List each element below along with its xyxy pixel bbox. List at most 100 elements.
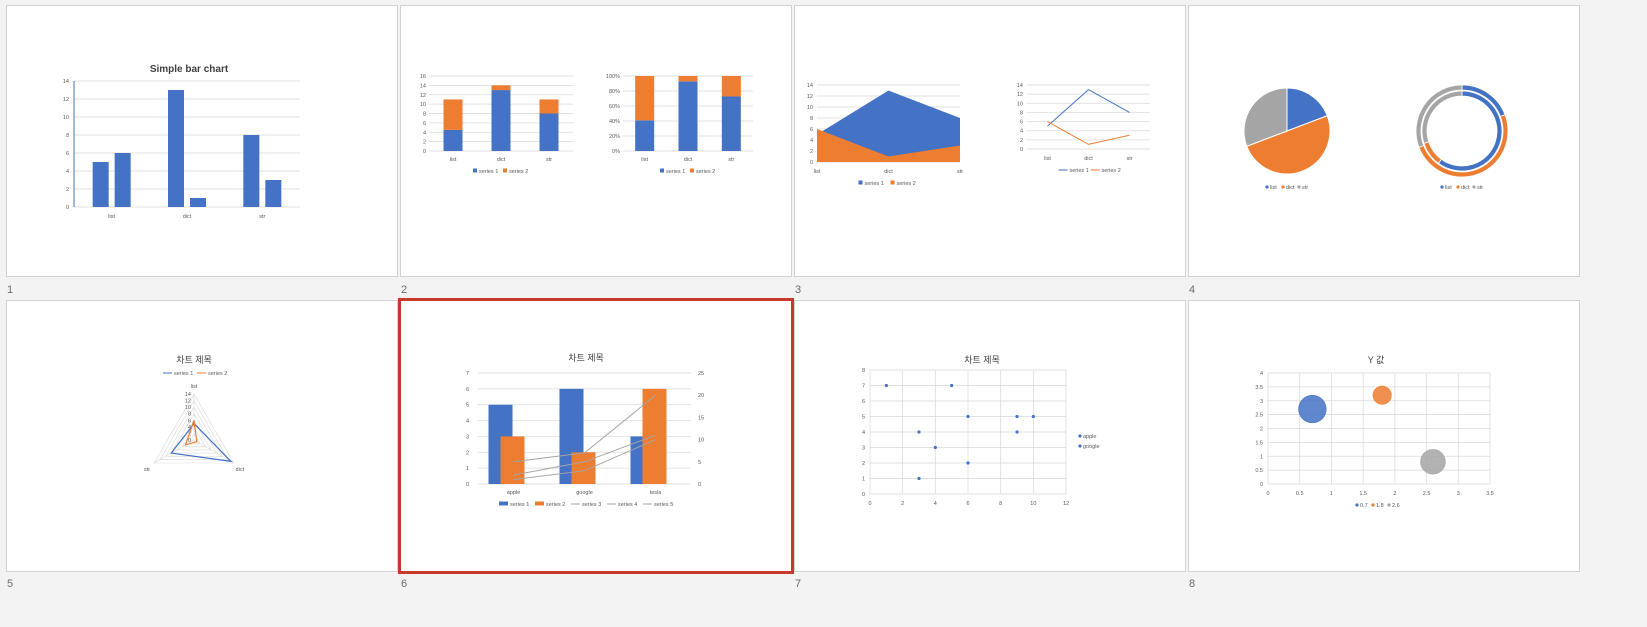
y-tick-label: 6 (423, 121, 426, 127)
x-tick-label: 2 (901, 501, 904, 507)
slide-thumbnail-6[interactable]: 차트 제목 0 1 2 3 4 5 6 7 0 5 10 15 20 25 apple google tesla s… (398, 298, 794, 574)
legend-label: series 2 (696, 169, 715, 175)
legend-swatch (890, 180, 895, 185)
y-tick-label: 12 (1017, 92, 1023, 98)
legend-swatch (1355, 503, 1359, 507)
line-series (1047, 88, 1130, 127)
x-tick-label: 6 (966, 501, 969, 507)
legend-swatch (1265, 185, 1269, 189)
legend-label: 1.8 (1376, 503, 1384, 509)
legend-swatch (499, 501, 508, 506)
x-tick-label: 0.5 (1296, 491, 1304, 497)
legend-label: series 1 (174, 371, 193, 377)
slide-thumbnail-7[interactable]: 차트 제목 0 1 2 3 4 5 6 7 8 0 2 4 6 8 10 12 apple google (794, 300, 1186, 572)
slide-thumbnail-1[interactable]: Simple bar chart 0 2 4 6 8 10 12 14 list dict str (6, 5, 398, 277)
slide-thumbnail-3[interactable]: 0 2 4 6 8 10 12 14 list dict str series 1 series 2 0 2… (794, 5, 1186, 277)
chart-3: 0 2 4 6 8 10 12 14 list dict str series 1 series 2 0 2… (807, 83, 1150, 187)
legend-label: series 2 (1102, 168, 1121, 174)
r-tick-label: 14 (185, 392, 191, 398)
legend-label: series 3 (582, 502, 601, 508)
bar (265, 180, 282, 207)
y-tick-label: 0% (612, 149, 620, 155)
bar (243, 135, 260, 207)
slide-thumbnail-5[interactable]: 차트 제목 series 1 series 2 0 2 4 6 8 10 12 14 list dict… (6, 300, 398, 572)
scatter-point (1015, 430, 1019, 434)
legend-label: series 1 (1070, 168, 1089, 174)
scatter-point (917, 430, 921, 434)
r-tick-label: 10 (185, 405, 191, 411)
legend-swatch (858, 180, 863, 185)
legend-swatch (1281, 185, 1285, 189)
chart-4: list dict str list dict str (1243, 84, 1509, 191)
y-tick-label: 0 (466, 482, 469, 488)
y-tick-label: 4 (466, 419, 469, 425)
scatter-point (966, 414, 970, 419)
legend-swatch (1456, 185, 1460, 189)
scatter-point (1015, 414, 1019, 419)
y-tick-label: 14 (1017, 83, 1023, 89)
legend-label: series 4 (618, 502, 637, 508)
legend-swatch (1472, 185, 1476, 189)
bar (190, 198, 206, 207)
x-tick-label: 3.5 (1486, 491, 1494, 497)
y2-tick-label: 0 (698, 482, 701, 488)
r-tick-label: 6 (188, 418, 191, 424)
legend-label: series 2 (509, 169, 528, 175)
chart-title: 차트 제목 (964, 354, 1000, 365)
y-tick-label: 1 (1260, 454, 1263, 460)
x-tick-label: str (546, 157, 552, 163)
y-tick-label: 80% (609, 89, 620, 95)
bar-segment (678, 81, 698, 151)
legend-swatch (690, 168, 694, 173)
scatter-point (950, 383, 954, 388)
x-tick-label: 0 (868, 501, 871, 507)
y-tick-label: 4 (862, 430, 865, 436)
chart-7: 차트 제목0123456780 2 4 6 8 10 12applegoogle (862, 354, 1100, 507)
x-tick-label: str (1126, 156, 1132, 162)
y-tick-label: 0 (423, 149, 426, 155)
chart-2: 0 2 4 6 8 10 12 14 16 list dict str series 1 series 2… (420, 74, 753, 175)
bar-segment (443, 99, 463, 130)
x-tick-label: list (108, 214, 115, 220)
legend-label: series 5 (654, 502, 673, 508)
legend-label: apple (1083, 434, 1096, 440)
legend-label: 0.7 (1360, 503, 1368, 509)
x-tick-label: dict (497, 157, 506, 163)
x-tick-label: apple (507, 490, 520, 496)
y-tick-label: 5 (466, 403, 469, 409)
x-tick-label: google (576, 490, 593, 496)
bar (571, 452, 596, 484)
bar-segment (491, 85, 511, 91)
bar (168, 90, 184, 207)
y-tick-label: 12 (420, 93, 426, 99)
x-tick-label: str (728, 157, 734, 163)
y-tick-label: 20% (609, 134, 620, 140)
legend-label: 2.6 (1392, 503, 1400, 509)
y-tick-label: 2 (862, 461, 865, 467)
y2-tick-label: 20 (698, 393, 704, 399)
scatter-point (884, 383, 888, 388)
legend-label: str (1302, 185, 1308, 191)
y-tick-label: 2 (423, 140, 426, 146)
slide-thumbnail-2[interactable]: 0 2 4 6 8 10 12 14 16 list dict str series 1 series 2… (400, 5, 792, 277)
bar-segment (491, 90, 511, 151)
legend-label: series 1 (666, 169, 685, 175)
y-tick-label: 40% (609, 119, 620, 125)
slide-thumbnail-8[interactable]: Y 값 0 0.5 1 1.5 2 2.5 3 3.5 4 0 0.5 1 1.5 2 2.5 3 3.5 0.7 1… (1188, 300, 1580, 572)
y-tick-label: 2 (466, 450, 469, 456)
slide-number: 6 (401, 578, 408, 590)
y-tick-label: 8 (66, 133, 69, 139)
x-tick-label: dict (884, 169, 893, 175)
slide-thumbnail-4[interactable]: list dict str list dict str (1188, 5, 1580, 277)
x-tick-label: 1 (1330, 491, 1333, 497)
bar-segment (635, 120, 655, 151)
y-tick-label: 16 (420, 74, 426, 80)
bar-segment (721, 96, 741, 151)
y-tick-label: 6 (810, 127, 813, 133)
bar (92, 162, 109, 207)
donut-segment (1421, 90, 1463, 144)
y-tick-label: 14 (420, 83, 426, 89)
x-tick-label: 2 (1393, 491, 1396, 497)
bar-segment (635, 76, 655, 121)
y-tick-label: 0 (810, 160, 813, 166)
